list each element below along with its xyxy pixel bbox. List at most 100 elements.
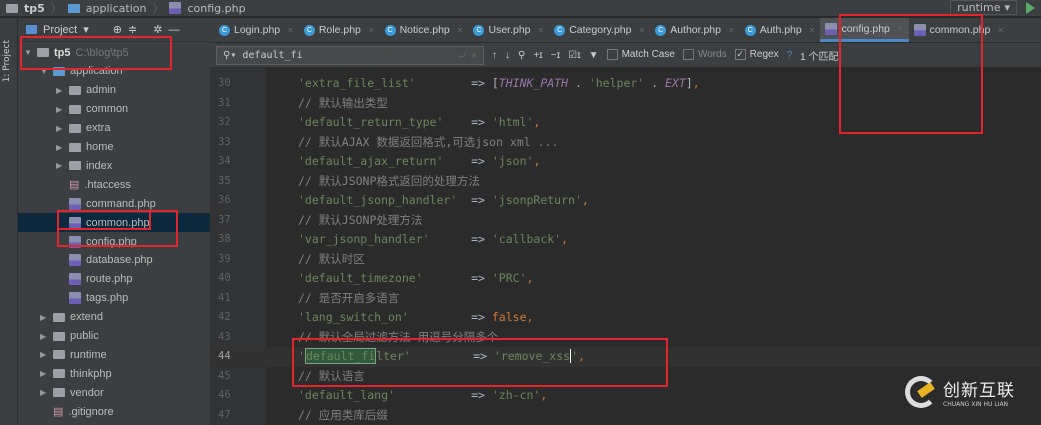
tab-auth[interactable]: C Auth.php ✕ bbox=[740, 18, 821, 42]
code-text: 'var_jsonp_handler' => 'callback', bbox=[298, 230, 568, 250]
project-tool-button[interactable]: 1: Project bbox=[2, 40, 12, 82]
code-token: // 默认JSONP格式返回的处理方法 bbox=[298, 173, 480, 188]
regex-checkbox[interactable]: ✓ Regex bbox=[734, 49, 779, 61]
close-icon[interactable]: ✕ bbox=[287, 26, 294, 35]
collapsed-arrow-icon[interactable]: ▶ bbox=[56, 143, 64, 152]
code-token: . bbox=[644, 76, 665, 90]
tree-item[interactable]: ▶ admin bbox=[18, 81, 210, 100]
code-token: 'callback' bbox=[491, 232, 562, 246]
code-token: // 默认AJAX 数据返回格式,可选json xml ... bbox=[298, 134, 559, 149]
breadcrumb-item[interactable]: config.php bbox=[187, 2, 245, 15]
tab-label: Role.php bbox=[318, 24, 361, 36]
tree-item[interactable]: ▶ public bbox=[18, 327, 210, 346]
collapsed-arrow-icon[interactable]: ▶ bbox=[56, 86, 64, 95]
code-text: // 默认AJAX 数据返回格式,可选json xml ... bbox=[298, 133, 558, 153]
tree-item[interactable]: ▤ .gitignore bbox=[18, 402, 210, 421]
add-selection-icon[interactable]: +ɪ bbox=[533, 50, 542, 61]
code-token: => bbox=[422, 271, 492, 285]
annotation-box bbox=[292, 338, 668, 387]
close-icon[interactable]: ✕ bbox=[809, 26, 816, 35]
regex-label: Regex bbox=[749, 49, 779, 61]
code-token: , bbox=[561, 232, 569, 246]
run-icon[interactable] bbox=[1026, 2, 1035, 14]
tab-author[interactable]: C Author.php ✕ bbox=[650, 18, 740, 42]
tree-item[interactable]: ▤ .htaccess bbox=[18, 175, 210, 194]
tab-category[interactable]: C Category.php ✕ bbox=[549, 18, 650, 42]
tree-item[interactable]: ▶ extend bbox=[18, 308, 210, 327]
collapsed-arrow-icon[interactable]: ▶ bbox=[56, 105, 64, 114]
tree-item[interactable]: tags.php bbox=[18, 289, 210, 308]
tree-item[interactable]: database.php bbox=[18, 251, 210, 270]
annotation-box bbox=[839, 14, 983, 134]
breadcrumb-item[interactable]: tp5 bbox=[24, 2, 45, 15]
code-token: 'PRC' bbox=[491, 271, 527, 285]
tab-role[interactable]: C Role.php ✕ bbox=[299, 18, 380, 42]
words-label: Words bbox=[697, 49, 727, 61]
tab-login[interactable]: C Login.php ✕ bbox=[214, 18, 299, 42]
close-icon[interactable]: ✕ bbox=[638, 26, 645, 35]
line-number: 44 bbox=[218, 350, 231, 362]
code-token: => [ bbox=[415, 76, 499, 90]
tree-item-label: database.php bbox=[86, 254, 153, 267]
search-input[interactable]: ⚲▾ default_fi ↵ ✕ bbox=[216, 45, 484, 65]
gear-icon[interactable]: ✲ bbox=[153, 23, 162, 36]
words-checkbox[interactable]: Words bbox=[682, 49, 727, 61]
code-text: 'default_jsonp_handler' => 'jsonpReturn'… bbox=[298, 191, 589, 211]
collapsed-arrow-icon[interactable]: ▶ bbox=[56, 124, 64, 133]
close-icon[interactable]: ✕ bbox=[457, 26, 464, 35]
run-config-select[interactable]: runtime ▾ bbox=[950, 0, 1017, 15]
tree-item[interactable]: route.php bbox=[18, 270, 210, 289]
tree-item-label: vendor bbox=[70, 386, 104, 399]
tree-item[interactable]: ▶ common bbox=[18, 100, 210, 119]
line-number: 38 bbox=[218, 233, 231, 245]
locate-icon[interactable]: ⊕ bbox=[113, 23, 122, 36]
code-token: // 默认输出类型 bbox=[298, 95, 388, 110]
watermark-pinyin: CHUANG XIN HU LIAN bbox=[943, 401, 1009, 408]
collapsed-arrow-icon[interactable]: ▶ bbox=[40, 369, 48, 378]
collapsed-arrow-icon[interactable]: ▶ bbox=[40, 350, 48, 359]
filter-icon[interactable]: ▼ bbox=[589, 50, 599, 61]
tree-item[interactable]: ▶ thinkphp bbox=[18, 364, 210, 383]
tree-item[interactable]: ▶ extra bbox=[18, 119, 210, 138]
hide-icon[interactable]: — bbox=[168, 24, 179, 36]
regex-help-link[interactable]: ? bbox=[787, 50, 793, 61]
match-case-checkbox[interactable]: Match Case bbox=[606, 49, 675, 61]
code-token: 'html' bbox=[491, 115, 534, 129]
code-line: 41 // 是否开启多语言 bbox=[210, 289, 1041, 309]
next-match-icon[interactable]: ↓ bbox=[505, 50, 510, 61]
collapsed-arrow-icon[interactable]: ▶ bbox=[40, 332, 48, 341]
code-text: 'default_ajax_return' => 'json', bbox=[298, 152, 540, 172]
tree-item[interactable]: ▶ runtime bbox=[18, 345, 210, 364]
collapsed-arrow-icon[interactable]: ▶ bbox=[40, 388, 48, 397]
tree-item[interactable]: ▶ vendor bbox=[18, 383, 210, 402]
tab-user[interactable]: C User.php ✕ bbox=[468, 18, 549, 42]
tab-notice[interactable]: C Notice.php ✕ bbox=[380, 18, 469, 42]
tree-item-label: extend bbox=[70, 311, 104, 324]
code-line: 42 'lang_switch_on' => false, bbox=[210, 308, 1041, 328]
code-token: 'default_jsonp_handler' bbox=[298, 193, 458, 207]
code-token: => bbox=[443, 154, 492, 168]
breadcrumb-item[interactable]: application bbox=[86, 2, 147, 15]
close-icon[interactable]: ✕ bbox=[538, 26, 545, 35]
clear-icon[interactable]: ↵ ✕ bbox=[459, 50, 483, 61]
prev-match-icon[interactable]: ↑ bbox=[492, 50, 497, 61]
close-icon[interactable]: ✕ bbox=[728, 26, 735, 35]
find-all-icon[interactable]: ⚲ bbox=[518, 50, 525, 61]
folder-icon bbox=[53, 331, 65, 341]
code-token: , bbox=[533, 154, 541, 168]
select-all-icon[interactable]: ☑ɪ bbox=[568, 50, 581, 61]
class-icon: C bbox=[384, 24, 396, 36]
collapsed-arrow-icon[interactable]: ▶ bbox=[40, 313, 48, 322]
remove-selection-icon[interactable]: −ɪ bbox=[551, 50, 560, 61]
line-number: 40 bbox=[218, 272, 231, 284]
project-view-select[interactable]: Project bbox=[43, 24, 77, 36]
tree-item[interactable]: ▶ index bbox=[18, 156, 210, 175]
collapse-icon[interactable]: ≑ bbox=[128, 23, 137, 36]
tree-item[interactable]: ▶ home bbox=[18, 138, 210, 157]
class-icon: C bbox=[303, 24, 315, 36]
code-line: 36 'default_jsonp_handler' => 'jsonpRetur… bbox=[210, 191, 1041, 211]
close-icon[interactable]: ✕ bbox=[997, 26, 1004, 35]
chevron-down-icon[interactable]: ▾ bbox=[83, 23, 89, 36]
close-icon[interactable]: ✕ bbox=[368, 26, 375, 35]
collapsed-arrow-icon[interactable]: ▶ bbox=[56, 161, 64, 170]
